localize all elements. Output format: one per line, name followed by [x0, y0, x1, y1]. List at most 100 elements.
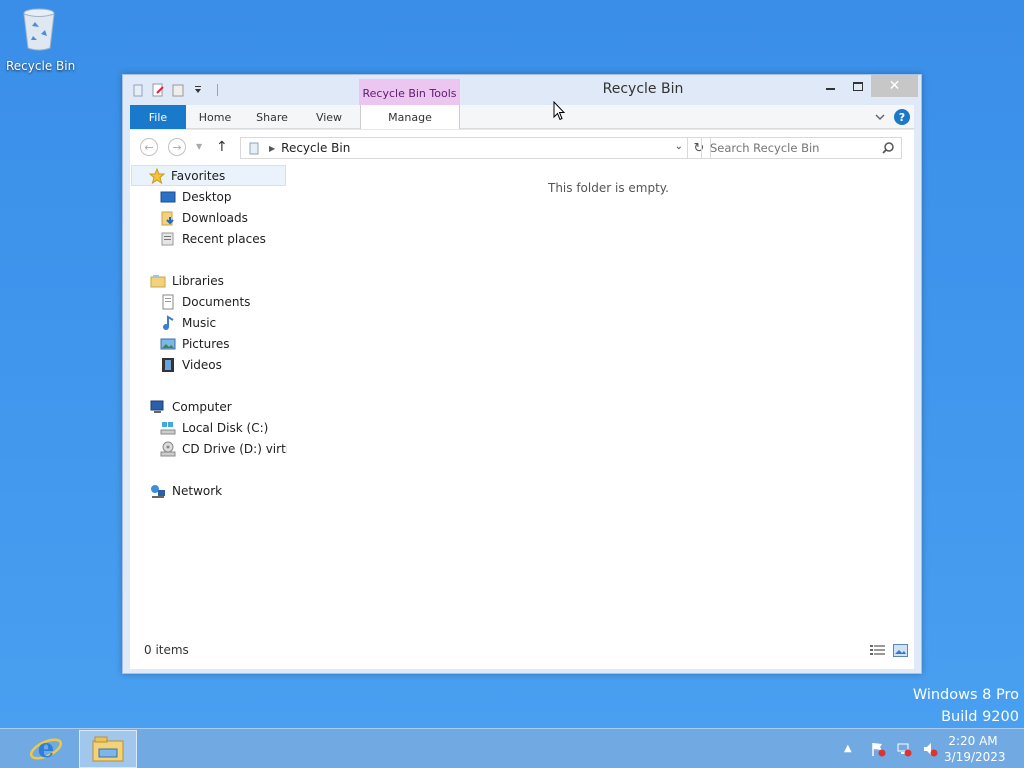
breadcrumb-chevron-icon[interactable]: ▶: [269, 144, 275, 153]
tab-file[interactable]: File: [130, 105, 186, 129]
nav-libraries-label: Libraries: [172, 273, 224, 288]
back-button[interactable]: ←: [140, 138, 158, 156]
music-icon: [163, 314, 174, 330]
taskbar: e ▲ 2:20 AM 3/19/2023: [0, 728, 1024, 768]
empty-folder-message: This folder is empty.: [548, 181, 669, 195]
volume-muted-icon[interactable]: [922, 741, 938, 757]
minimize-button[interactable]: [817, 75, 843, 97]
quick-access-toolbar: [131, 83, 218, 97]
desktop-icon-recycle-bin[interactable]: Recycle Bin: [6, 6, 76, 76]
taskbar-internet-explorer[interactable]: e: [24, 731, 68, 767]
nav-recent-places-label: Recent places: [182, 231, 266, 246]
close-button[interactable]: ✕: [871, 75, 918, 97]
tab-manage[interactable]: Manage: [360, 105, 460, 129]
nav-local-disk[interactable]: Local Disk (C:): [160, 417, 268, 438]
navigation-pane: Favorites Desktop Downloads Recent place…: [130, 164, 287, 634]
nav-libraries[interactable]: Libraries: [150, 270, 224, 291]
action-center-flag-icon[interactable]: [870, 741, 886, 757]
search-icon[interactable]: [881, 141, 895, 155]
recycle-bin-tools-tab: Recycle Bin Tools: [359, 79, 460, 107]
forward-button[interactable]: →: [168, 138, 186, 156]
customize-qat-icon[interactable]: [191, 83, 205, 97]
file-explorer-icon: [92, 736, 124, 762]
explorer-window: Recycle Bin Tools Recycle Bin ✕ File Hom…: [122, 74, 922, 674]
show-hidden-icons-icon[interactable]: ▲: [844, 741, 860, 757]
nav-pictures-label: Pictures: [182, 336, 230, 351]
computer-icon: [150, 400, 164, 413]
pictures-icon: [160, 338, 176, 349]
nav-downloads[interactable]: Downloads: [160, 207, 248, 228]
nav-recent-places[interactable]: Recent places: [160, 228, 266, 249]
tab-view[interactable]: View: [302, 105, 356, 129]
nav-music-label: Music: [182, 315, 217, 330]
search-input[interactable]: [702, 141, 872, 155]
recycle-bin-icon: [23, 8, 55, 51]
star-icon: [149, 167, 165, 184]
taskbar-file-explorer[interactable]: [79, 730, 137, 768]
nav-network[interactable]: Network: [150, 480, 222, 501]
expand-ribbon-icon[interactable]: [874, 111, 886, 123]
recycle-bin-small-icon: [249, 142, 259, 155]
watermark-edition: Windows 8 Pro: [912, 687, 1019, 703]
tab-home[interactable]: Home: [190, 105, 240, 129]
libraries-icon: [150, 274, 166, 287]
nav-favorites-label: Favorites: [171, 168, 226, 183]
recent-locations-dropdown[interactable]: ▼: [196, 142, 202, 151]
help-button[interactable]: ?: [894, 109, 910, 125]
window-title: Recycle Bin: [602, 81, 684, 97]
tab-share[interactable]: Share: [245, 105, 299, 129]
nav-desktop-label: Desktop: [182, 189, 232, 204]
up-arrow-icon: ↑: [216, 139, 228, 155]
desktop-icon: [160, 191, 176, 202]
qat-separator: [217, 84, 218, 96]
new-folder-icon[interactable]: [171, 83, 185, 97]
minimize-icon: [825, 88, 835, 90]
nav-computer[interactable]: Computer: [150, 396, 232, 417]
svg-text:e: e: [38, 734, 55, 764]
maximize-button[interactable]: [845, 75, 871, 97]
nav-videos-label: Videos: [182, 357, 222, 372]
address-bar[interactable]: ▶ Recycle Bin ⌄: [240, 137, 688, 159]
clock-time: 2:20 AM: [948, 734, 998, 748]
nav-documents-label: Documents: [182, 294, 251, 309]
desktop-icon-label: Recycle Bin: [6, 59, 76, 73]
nav-cd-drive-label: CD Drive (D:) virtio-w: [182, 441, 287, 456]
nav-cd-drive[interactable]: CD Drive (D:) virtio-w: [160, 438, 287, 459]
recent-places-icon: [161, 232, 174, 245]
nav-pictures[interactable]: Pictures: [160, 333, 230, 354]
maximize-icon: [853, 81, 863, 91]
close-icon: ✕: [888, 78, 901, 94]
details-view-icon[interactable]: [870, 644, 885, 657]
videos-icon: [162, 357, 174, 372]
clock[interactable]: 2:20 AM 3/19/2023: [944, 733, 1006, 765]
watermark-build: Build 9200: [941, 709, 1019, 725]
large-icons-view-icon[interactable]: [893, 644, 908, 657]
internet-explorer-icon: e: [29, 734, 63, 764]
search-box[interactable]: [701, 137, 902, 159]
title-bar[interactable]: Recycle Bin Tools Recycle Bin ✕: [123, 75, 921, 107]
documents-icon: [162, 294, 174, 309]
nav-music[interactable]: Music: [160, 312, 216, 333]
nav-favorites[interactable]: Favorites: [131, 165, 286, 186]
mouse-cursor-icon: [553, 101, 565, 121]
network-status-icon[interactable]: [896, 741, 912, 757]
recycle-bin-small-icon[interactable]: [131, 83, 145, 97]
network-icon: [151, 484, 165, 498]
windows-watermark: Windows 8 Pro Build 9200: [913, 684, 1019, 728]
up-button[interactable]: ↑: [216, 139, 228, 155]
clock-date: 3/19/2023: [944, 750, 1006, 764]
nav-downloads-label: Downloads: [182, 210, 248, 225]
view-switcher: [870, 644, 908, 657]
nav-computer-label: Computer: [172, 399, 232, 414]
status-item-count: 0 items: [144, 643, 189, 657]
nav-network-label: Network: [172, 483, 223, 498]
navigation-bar: ← → ▼ ↑ ▶ Recycle Bin ⌄ ↻: [130, 130, 914, 164]
breadcrumb-recycle-bin[interactable]: Recycle Bin: [281, 141, 350, 155]
cd-drive-icon: [160, 441, 176, 456]
ribbon: File Home Share View Manage ?: [130, 105, 914, 129]
nav-desktop[interactable]: Desktop: [160, 186, 232, 207]
properties-icon[interactable]: [151, 83, 165, 97]
nav-documents[interactable]: Documents: [160, 291, 250, 312]
address-dropdown-icon[interactable]: ⌄: [675, 141, 683, 152]
nav-videos[interactable]: Videos: [160, 354, 222, 375]
